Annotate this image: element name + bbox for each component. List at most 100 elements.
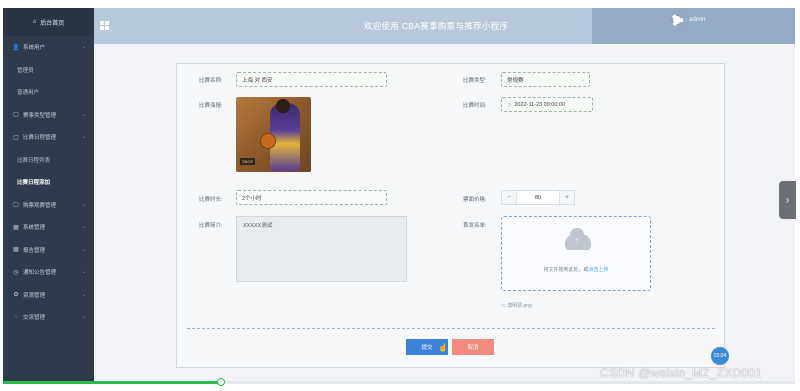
sidebar-item-label: 交流管理 [23, 315, 46, 322]
sidebar-item-label: 购票观赛管理 [23, 202, 57, 209]
sidebar-item[interactable]: 👤 系统用户 ⌄ [3, 36, 94, 59]
sidebar-item-label: 比赛日程列表 [17, 157, 51, 164]
poster-tag: SBOP [240, 158, 256, 165]
upload-dropzone[interactable]: ↑ 将文件拖到此处，或点击上传 [501, 216, 651, 291]
match-type-value: 常规赛 [507, 77, 524, 84]
match-time-picker[interactable]: ◷ 2022-11-23 00:00:00 [501, 97, 593, 112]
form-divider [187, 328, 715, 329]
grid-icon: ▦ [13, 224, 19, 231]
page-title: 欢迎使用 CBA赛事购票与推荐小程序 [364, 21, 509, 31]
progress-fill [3, 381, 221, 384]
document-icon: ▢ [13, 112, 19, 119]
watermark: CSDN @weixin_MZ_ZXD001 [600, 366, 762, 380]
sidebar-subitem[interactable]: 管理员 [3, 59, 94, 82]
intro-label: 比赛简介: [199, 223, 223, 229]
duration-value: 2个小时 [242, 195, 262, 202]
clock-icon: ◷ [13, 269, 19, 276]
duration-label: 比赛时长: [199, 197, 223, 203]
price-label: 票面价格: [463, 197, 487, 203]
top-header: 欢迎使用 CBA赛事购票与推荐小程序 admin [94, 8, 795, 44]
document-icon: ▢ [13, 202, 19, 209]
sidebar-item-label: 管理员 [17, 67, 34, 74]
sidebar-item[interactable]: ▢ 购票观赛管理 ⌄ [3, 194, 94, 217]
main-content: 比赛名称: 上海 对 西安 比赛类型: 常规赛 ⌄ 比赛海报: SBOP 比赛时间… [94, 44, 795, 381]
chevron-right-icon: › [785, 194, 790, 206]
sidebar-item-label: 报告管理 [23, 247, 46, 254]
sidebar: ⌂ 后台首页 👤 系统用户 ⌄ 管理员普通用户 ▢ 赛事类型管理 ⌄ ▢ 比赛日程管理 ⌄ 比赛日程… [3, 8, 94, 381]
sidebar-menu: 👤 系统用户 ⌄ 管理员普通用户 ▢ 赛事类型管理 ⌄ ▢ 比赛日程管理 ⌄ 比赛日程列表 比赛日程添… [3, 36, 94, 329]
sidebar-item[interactable]: ◷ 通知公告管理 ⌄ [3, 261, 94, 284]
hand-cursor-icon: ☝ [438, 343, 448, 352]
sidebar-item[interactable]: ◌ 交流管理 ⌄ [3, 306, 94, 329]
video-progress-bar[interactable] [3, 378, 795, 386]
sidebar-item-label: 比赛日程添加 [17, 180, 51, 187]
document-icon: ▢ [13, 134, 19, 141]
match-name-value: 上海 对 西安 [242, 77, 273, 84]
sidebar-subitem[interactable]: 普通用户 [3, 81, 94, 104]
chevron-down-icon: ⌄ [580, 76, 585, 83]
uploaded-file[interactable]: ▭ 澳明票.png [501, 302, 532, 309]
sidebar-item-label: 比赛日程管理 [23, 135, 57, 142]
chevron-down-icon: ⌄ [81, 269, 86, 276]
app-window: ⌂ 后台首页 👤 系统用户 ⌄ 管理员普通用户 ▢ 赛事类型管理 ⌄ ▢ 比赛日程管理 ⌄ 比赛日程… [0, 0, 800, 391]
chevron-down-icon: ⌄ [81, 44, 86, 51]
match-name-input[interactable]: 上海 对 西安 [236, 72, 387, 87]
chevron-down-icon: ⌄ [81, 111, 86, 118]
upload-link[interactable]: 点击上传 [589, 267, 609, 273]
chevron-down-icon: ⌄ [81, 134, 86, 141]
user-menu[interactable]: admin [592, 8, 795, 44]
intro-textarea[interactable]: XXXXX测试 [236, 216, 407, 282]
match-form-card: 比赛名称: 上海 对 西安 比赛类型: 常规赛 ⌄ 比赛海报: SBOP 比赛时间… [176, 63, 725, 368]
match-type-label: 比赛类型: [463, 78, 487, 84]
home-icon: ⌂ [32, 19, 37, 25]
sidebar-item-label: 赛事类型管理 [23, 112, 57, 119]
sidebar-item-label: 资源管理 [23, 292, 46, 299]
sidebar-home-label: 后台首页 [40, 20, 65, 27]
chevron-down-icon: ⌄ [81, 224, 86, 231]
price-value[interactable]: 80 [516, 191, 560, 204]
cancel-button[interactable]: 取消 [452, 339, 494, 355]
sidebar-item-label: 普通用户 [17, 90, 40, 97]
sidebar-item-label: 系统用户 [23, 45, 46, 52]
sidebar-home[interactable]: ⌂ 后台首页 [3, 8, 94, 36]
upload-hint: 将文件拖到此处，或点击上传 [502, 266, 650, 273]
upload-hint-text: 将文件拖到此处，或 [543, 267, 589, 273]
calendar-icon: ◷ [507, 101, 512, 108]
upload-cloud-icon: ↑ [565, 228, 591, 250]
file-name: 澳明票.png [507, 303, 532, 309]
poster-label: 比赛海报: [199, 103, 223, 109]
intro-value: XXXXX测试 [243, 223, 273, 229]
duration-input[interactable]: 2个小时 [236, 190, 387, 205]
user-icon: 👤 [12, 44, 20, 51]
poster-image[interactable]: SBOP [236, 97, 311, 172]
side-drawer-toggle[interactable]: › [779, 181, 796, 219]
sidebar-subitem[interactable]: 比赛日程列表 [3, 149, 94, 172]
sidebar-subitem[interactable]: 比赛日程添加 [3, 171, 94, 194]
chevron-down-icon: ⌄ [81, 201, 86, 208]
menu-toggle-icon[interactable] [100, 21, 109, 30]
match-name-label: 比赛名称: [199, 78, 223, 84]
match-time-label: 比赛时间: [463, 103, 487, 109]
chevron-down-icon: ⌄ [81, 246, 86, 253]
lineup-label: 首发名单: [463, 223, 487, 229]
sidebar-item[interactable]: ▢ 比赛日程管理 ⌄ [3, 126, 94, 149]
timer-badge: 02:04 [711, 347, 729, 365]
decrement-button[interactable]: − [502, 191, 516, 204]
match-type-select[interactable]: 常规赛 ⌄ [501, 72, 590, 87]
price-stepper[interactable]: − 80 + [501, 190, 575, 205]
progress-handle[interactable] [216, 378, 225, 386]
match-time-value: 2022-11-23 00:00:00 [514, 101, 566, 108]
increment-button[interactable]: + [560, 191, 574, 204]
chevron-down-icon: ⌄ [81, 291, 86, 298]
sidebar-item-label: 通知公告管理 [23, 270, 57, 277]
chevron-down-icon: ⌄ [81, 314, 86, 321]
sidebar-item[interactable]: ▦ 系统管理 ⌄ [3, 216, 94, 239]
gear-icon: ✿ [13, 292, 19, 299]
avatar[interactable] [671, 14, 683, 26]
sidebar-item[interactable]: ▦ 报告管理 ⌄ [3, 239, 94, 262]
sidebar-item[interactable]: ▢ 赛事类型管理 ⌄ [3, 104, 94, 127]
username[interactable]: admin [689, 17, 705, 23]
sidebar-item-label: 系统管理 [23, 225, 46, 232]
grid-icon: ▦ [13, 247, 19, 254]
sidebar-item[interactable]: ✿ 资源管理 ⌄ [3, 284, 94, 307]
